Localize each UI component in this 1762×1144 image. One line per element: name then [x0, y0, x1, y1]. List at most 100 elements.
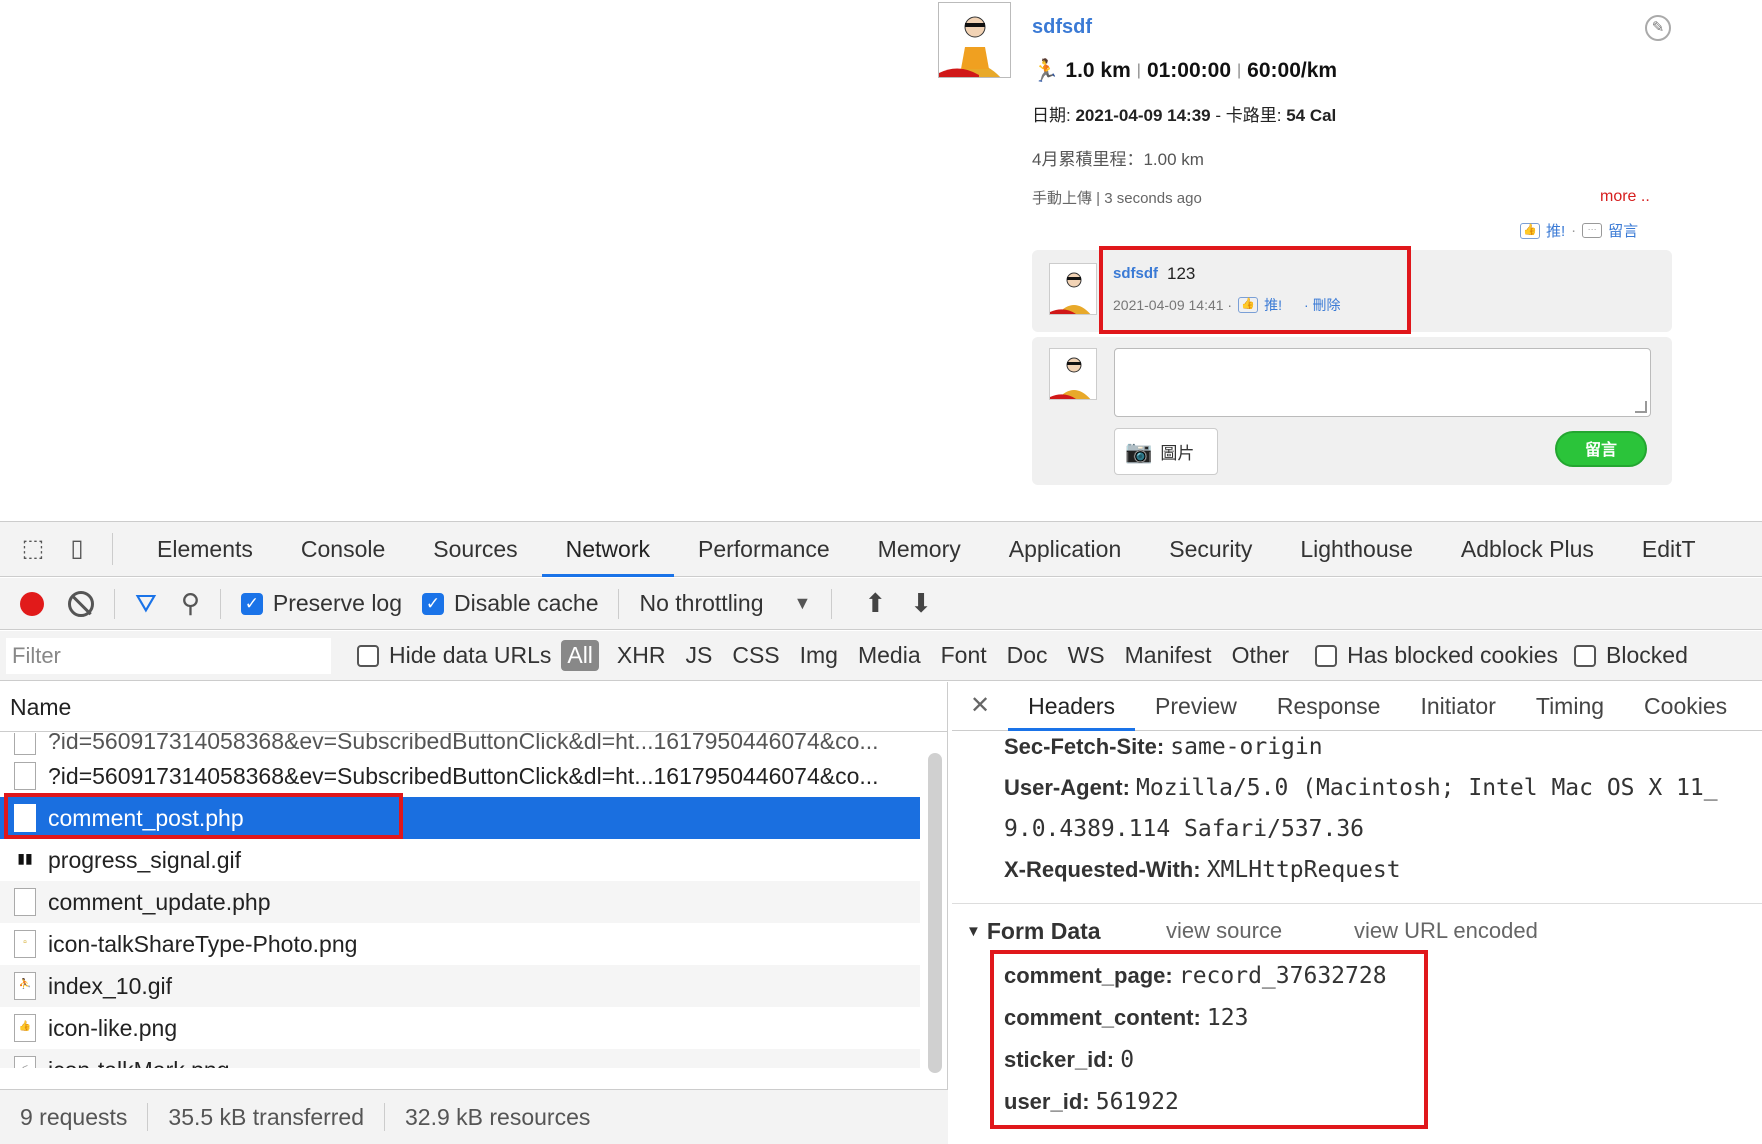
- edit-pencil-icon[interactable]: ✎: [1645, 15, 1671, 41]
- request-row[interactable]: ⛹ index_10.gif: [0, 965, 920, 1007]
- throttling-select[interactable]: No throttling: [639, 590, 763, 617]
- tab-editthiscookie[interactable]: EditT: [1618, 522, 1720, 577]
- search-icon[interactable]: ⚲: [181, 588, 200, 619]
- request-list-panel: Name ?id=560917314058368&ev=SubscribedBu…: [0, 682, 948, 1144]
- request-row[interactable]: 👍 icon-like.png: [0, 1007, 920, 1049]
- name-column-header[interactable]: Name: [0, 682, 948, 732]
- header-sec-fetch-site: Sec-Fetch-Site: same-origin: [1004, 734, 1323, 760]
- request-name: comment_update.php: [48, 888, 271, 915]
- filter-funnel-icon[interactable]: ⛛: [135, 588, 157, 620]
- toolbar-divider: [219, 588, 221, 619]
- comment-link[interactable]: 留言: [1608, 220, 1638, 241]
- view-url-encoded-link[interactable]: view URL encoded: [1354, 918, 1538, 944]
- request-row[interactable]: comment_update.php: [0, 881, 920, 923]
- commenter-avatar[interactable]: [1049, 263, 1097, 315]
- devtools-tabbar: ⬚ ▯ Elements Console Sources Network Per…: [0, 522, 1762, 577]
- more-link[interactable]: more ..: [1600, 188, 1650, 206]
- tab-cookies[interactable]: Cookies: [1624, 681, 1747, 731]
- type-filter-other[interactable]: Other: [1222, 642, 1300, 669]
- request-row-partial[interactable]: ?id=560917314058368&ev=SubscribedButtonC…: [0, 733, 920, 755]
- tab-performance[interactable]: Performance: [674, 522, 854, 577]
- clear-icon[interactable]: [68, 590, 94, 617]
- post-actions: 👍 推! · ··· 留言: [1520, 220, 1638, 241]
- tab-lighthouse[interactable]: Lighthouse: [1276, 522, 1437, 577]
- tab-memory[interactable]: Memory: [854, 522, 985, 577]
- upload-meta: 手動上傳 | 3 seconds ago: [1032, 190, 1202, 207]
- toolbar-divider: [831, 588, 833, 619]
- request-row[interactable]: ▫ icon-talkShareType-Photo.png: [0, 923, 920, 965]
- import-har-icon[interactable]: ⬆: [864, 588, 886, 619]
- header-value: same-origin: [1170, 734, 1323, 760]
- date-calorie-line: 日期: 2021-04-09 14:39 - 卡路里: 54 Cal: [1032, 101, 1336, 126]
- type-filter-font[interactable]: Font: [931, 642, 997, 669]
- tab-response[interactable]: Response: [1257, 681, 1401, 731]
- type-filter-doc[interactable]: Doc: [997, 642, 1058, 669]
- activity-page: sdfsdf ✎ 🏃 1.0 km | 01:00:00 | 60:00/km …: [0, 0, 1762, 520]
- request-row[interactable]: < icon-talkMark.png: [0, 1049, 920, 1068]
- submit-comment-button[interactable]: 留言: [1555, 431, 1647, 467]
- document-icon: [14, 733, 36, 755]
- inspect-element-icon[interactable]: ⬚: [18, 534, 48, 564]
- request-row[interactable]: ?id=560917314058368&ev=SubscribedButtonC…: [0, 755, 920, 797]
- tab-adblock-plus[interactable]: Adblock Plus: [1437, 522, 1618, 577]
- add-photo-label: 圖片: [1160, 444, 1195, 463]
- preserve-log-checkbox[interactable]: ✓: [240, 592, 263, 615]
- network-filterbar: Filter Hide data URLs All XHR JS CSS Img…: [0, 631, 1762, 681]
- author-avatar[interactable]: [938, 2, 1011, 78]
- preserve-log-label[interactable]: Preserve log: [273, 590, 402, 617]
- view-source-link[interactable]: view source: [1166, 918, 1282, 944]
- blocked-requests-checkbox[interactable]: [1574, 644, 1597, 667]
- tab-headers[interactable]: Headers: [1008, 681, 1136, 731]
- request-row[interactable]: ▮▮ progress_signal.gif: [0, 839, 920, 881]
- hide-data-urls-checkbox[interactable]: [357, 644, 379, 667]
- tab-preview[interactable]: Preview: [1135, 681, 1257, 731]
- request-list-scrollbar[interactable]: [928, 753, 942, 1073]
- toolbar-divider: [114, 588, 115, 619]
- request-name: icon-like.png: [48, 1014, 178, 1041]
- comment-bubble-icon[interactable]: ···: [1582, 223, 1603, 238]
- tab-security[interactable]: Security: [1145, 522, 1276, 577]
- resources-size: 32.9 kB resources: [405, 1103, 591, 1130]
- header-value: 9.0.4389.114 Safari/537.36: [1004, 816, 1365, 842]
- disable-cache-checkbox[interactable]: ✓: [422, 592, 445, 615]
- type-filter-all[interactable]: All: [561, 640, 599, 671]
- export-har-icon[interactable]: ⬇: [910, 588, 932, 619]
- run-stats: 🏃 1.0 km | 01:00:00 | 60:00/km: [1032, 58, 1337, 84]
- has-blocked-cookies-label[interactable]: Has blocked cookies: [1347, 642, 1568, 669]
- disable-cache-label[interactable]: Disable cache: [454, 590, 598, 617]
- triangle-down-icon: ▼: [966, 923, 981, 940]
- add-photo-button[interactable]: 📷 圖片: [1114, 428, 1218, 475]
- device-toggle-icon[interactable]: ▯: [62, 534, 92, 564]
- hide-data-urls-label[interactable]: Hide data URLs: [389, 642, 561, 669]
- image-thumbnail-icon: ⛹: [14, 972, 36, 1000]
- type-filter-xhr[interactable]: XHR: [607, 642, 676, 669]
- type-filter-css[interactable]: CSS: [722, 642, 789, 669]
- tab-console[interactable]: Console: [277, 522, 409, 577]
- tab-network[interactable]: Network: [541, 522, 674, 577]
- close-icon[interactable]: ✕: [970, 691, 990, 720]
- type-filter-js[interactable]: JS: [675, 642, 722, 669]
- like-thumb-icon[interactable]: 👍: [1520, 222, 1540, 239]
- form-data-section-toggle[interactable]: ▼ Form Data: [966, 918, 1101, 945]
- tab-application[interactable]: Application: [985, 522, 1146, 577]
- type-filter-manifest[interactable]: Manifest: [1115, 642, 1222, 669]
- header-value: Mozilla/5.0 (Macintosh; Intel Mac OS X 1…: [1136, 775, 1718, 801]
- request-name: icon-talkShareType-Photo.png: [48, 930, 358, 957]
- filter-input[interactable]: Filter: [6, 637, 331, 674]
- like-link[interactable]: 推!: [1546, 220, 1565, 241]
- tab-elements[interactable]: Elements: [133, 522, 277, 577]
- reply-textarea[interactable]: [1114, 348, 1651, 417]
- type-filter-media[interactable]: Media: [848, 642, 931, 669]
- post-author-name[interactable]: sdfsdf: [1032, 16, 1092, 39]
- chevron-down-icon[interactable]: ▼: [794, 593, 812, 614]
- type-filter-ws[interactable]: WS: [1058, 642, 1115, 669]
- tab-initiator[interactable]: Initiator: [1400, 681, 1515, 731]
- network-status-bar: 9 requests 35.5 kB transferred 32.9 kB r…: [0, 1089, 948, 1144]
- blocked-requests-label[interactable]: Blocked: [1606, 642, 1698, 669]
- type-filter-img[interactable]: Img: [790, 642, 848, 669]
- record-icon[interactable]: [20, 591, 44, 616]
- form-data-highlight-box: [990, 950, 1428, 1129]
- tab-timing[interactable]: Timing: [1516, 681, 1624, 731]
- tab-sources[interactable]: Sources: [409, 522, 541, 577]
- has-blocked-cookies-checkbox[interactable]: [1315, 644, 1338, 667]
